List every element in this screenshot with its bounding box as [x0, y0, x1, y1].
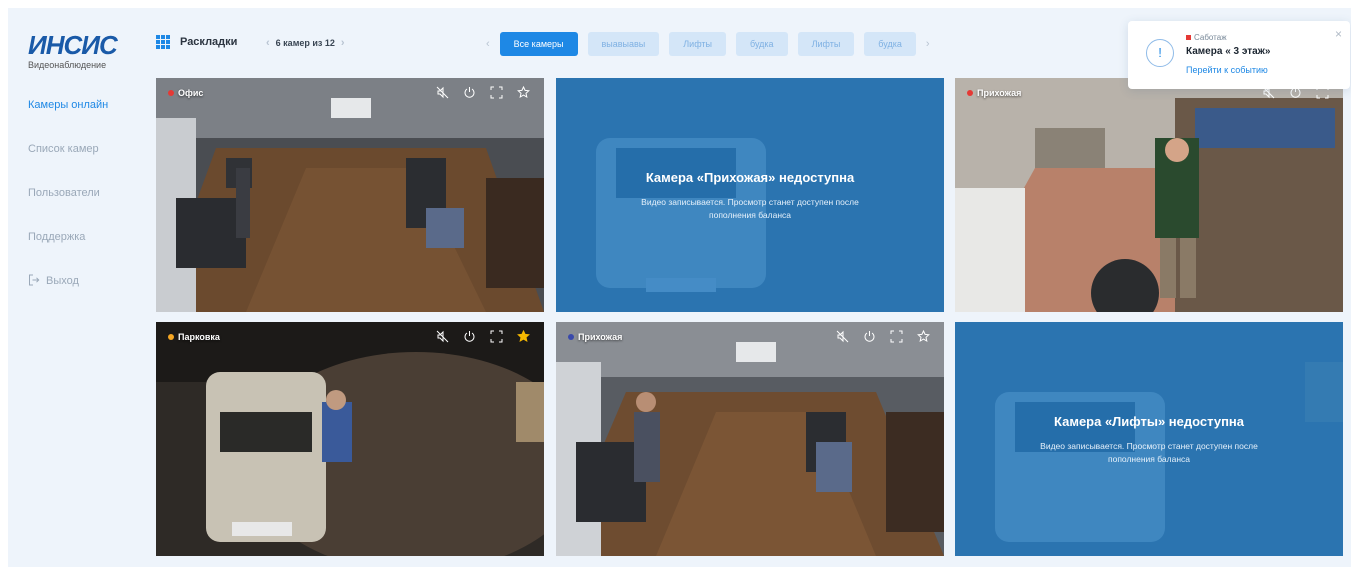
camera-feed-image	[556, 322, 944, 556]
camera-tile[interactable]: Парковка	[156, 322, 544, 556]
event-notification: ! Саботаж Камера « 3 этаж» Перейти к соб…	[1128, 21, 1350, 89]
chevron-left-icon[interactable]: ‹	[266, 37, 270, 49]
camera-feed-image	[156, 322, 544, 556]
camera-name: Офис	[178, 88, 204, 98]
status-dot	[967, 90, 973, 96]
camera-tools	[436, 86, 530, 99]
fullscreen-icon[interactable]	[490, 330, 503, 343]
mute-icon[interactable]	[436, 86, 449, 99]
star-icon[interactable]	[917, 330, 930, 343]
unavailable-text: Видео записывается. Просмотр станет дост…	[641, 197, 859, 220]
camera-name: Парковка	[178, 332, 220, 342]
pager-text: 6 камер из 12	[275, 38, 335, 48]
camera-feed-image	[156, 78, 544, 312]
unavailable-overlay: Камера «Прихожая» недоступна Видео запис…	[556, 78, 944, 312]
sidebar-item-logout[interactable]: Выход	[28, 274, 108, 318]
camera-tools	[836, 330, 930, 343]
camera-name: Прихожая	[578, 332, 623, 342]
camera-pager: ‹ 6 камер из 12 ›	[266, 37, 345, 49]
sidebar-nav: Камеры онлайн Список камер Пользователи …	[28, 98, 108, 318]
filter-chip[interactable]: Лифты	[669, 32, 726, 56]
filter-chips: ‹ Все камеры выавыавы Лифты будка Лифты …	[486, 32, 930, 56]
status-dot	[568, 334, 574, 340]
sidebar-item-label: Пользователи	[28, 187, 100, 199]
camera-label: Парковка	[168, 332, 220, 342]
filter-chip[interactable]: выавыавы	[587, 32, 660, 56]
status-dot	[168, 334, 174, 340]
camera-label: Офис	[168, 88, 203, 98]
sidebar-item-label: Камеры онлайн	[28, 99, 109, 111]
camera-tile-unavailable[interactable]: Камера «Прихожая» недоступна Видео запис…	[556, 78, 944, 312]
logo-text: ИНСИС	[28, 30, 118, 60]
camera-tile[interactable]: Прихожая	[955, 78, 1343, 312]
camera-tools	[436, 330, 530, 343]
filter-chip[interactable]: будка	[736, 32, 788, 56]
notification-source: Саботаж	[1186, 33, 1227, 42]
sidebar: ИНСИС Видеонаблюдение Камеры онлайн Спис…	[8, 8, 148, 567]
camera-tile[interactable]: Прихожая	[556, 322, 944, 556]
camera-feed-image	[955, 78, 1343, 312]
camera-name: Прихожая	[977, 88, 1022, 98]
close-icon[interactable]: ×	[1335, 27, 1342, 41]
app-window: ИНСИС Видеонаблюдение Камеры онлайн Спис…	[8, 8, 1351, 567]
status-badge	[1186, 35, 1191, 40]
chevron-right-icon[interactable]: ›	[926, 38, 930, 50]
camera-label: Прихожая	[967, 88, 1021, 98]
power-icon[interactable]	[463, 330, 476, 343]
go-to-event-link[interactable]: Перейти к событию	[1186, 65, 1268, 75]
filter-chip-all[interactable]: Все камеры	[499, 32, 578, 56]
power-icon[interactable]	[863, 330, 876, 343]
sidebar-item-camera-list[interactable]: Список камер	[28, 142, 108, 186]
notification-title: Камера « 3 этаж»	[1186, 46, 1271, 57]
layouts-button[interactable]: Раскладки	[156, 35, 237, 49]
camera-label: Прихожая	[568, 332, 622, 342]
unavailable-text: Видео записывается. Просмотр станет дост…	[1040, 441, 1258, 464]
star-filled-icon[interactable]	[517, 330, 530, 343]
logo-subtitle: Видеонаблюдение	[28, 60, 107, 70]
unavailable-overlay: Камера «Лифты» недоступна Видео записыва…	[955, 322, 1343, 556]
unavailable-title: Камера «Лифты» недоступна	[1054, 414, 1244, 429]
star-icon[interactable]	[517, 86, 530, 99]
status-dot	[168, 90, 174, 96]
chevron-left-icon[interactable]: ‹	[486, 38, 490, 50]
alert-icon: !	[1146, 39, 1174, 67]
notification-source-label: Саботаж	[1194, 33, 1227, 42]
mute-icon[interactable]	[436, 330, 449, 343]
sidebar-item-label: Выход	[46, 275, 79, 287]
logo[interactable]: ИНСИС Видеонаблюдение	[28, 32, 138, 72]
chevron-right-icon[interactable]: ›	[341, 37, 345, 49]
sidebar-item-support[interactable]: Поддержка	[28, 230, 108, 274]
logout-icon	[29, 274, 40, 286]
power-icon[interactable]	[463, 86, 476, 99]
camera-tile-unavailable[interactable]: Камера «Лифты» недоступна Видео записыва…	[955, 322, 1343, 556]
filter-chip[interactable]: Лифты	[797, 32, 855, 56]
unavailable-title: Камера «Прихожая» недоступна	[645, 170, 855, 185]
filter-chip[interactable]: будка	[864, 32, 916, 56]
fullscreen-icon[interactable]	[890, 330, 903, 343]
sidebar-item-users[interactable]: Пользователи	[28, 186, 108, 230]
layouts-label: Раскладки	[180, 36, 238, 48]
fullscreen-icon[interactable]	[490, 86, 503, 99]
toolbar: Раскладки ‹ 6 камер из 12 › ‹ Все камеры…	[156, 32, 1136, 56]
grid-icon	[156, 35, 172, 49]
camera-tile[interactable]: Офис	[156, 78, 544, 312]
sidebar-item-cameras-online[interactable]: Камеры онлайн	[28, 98, 108, 142]
sidebar-item-label: Список камер	[28, 143, 99, 155]
mute-icon[interactable]	[836, 330, 849, 343]
sidebar-item-label: Поддержка	[28, 231, 86, 243]
